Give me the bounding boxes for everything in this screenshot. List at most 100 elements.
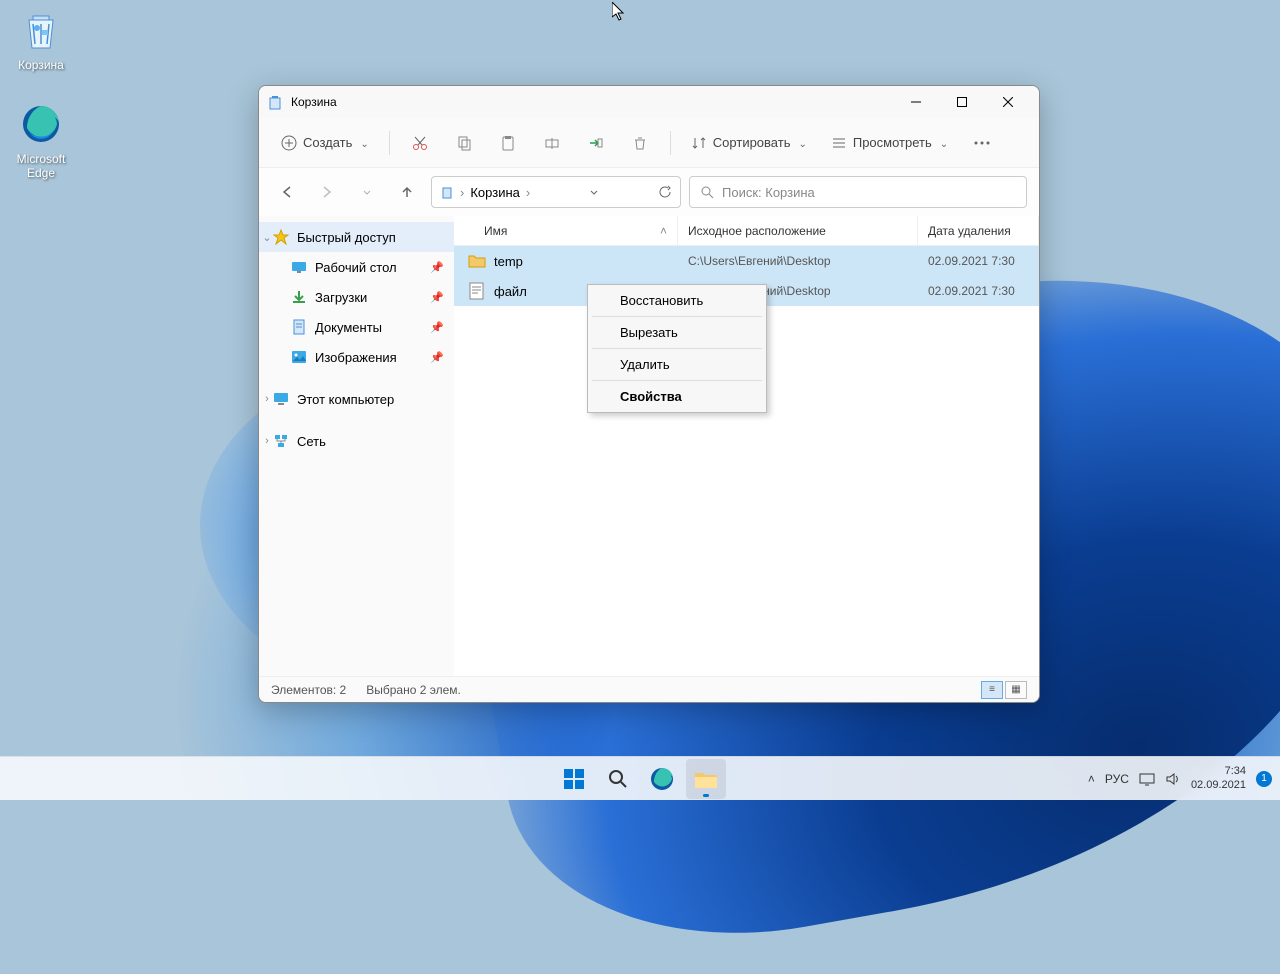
desktop-icon-label: Microsoft Edge	[4, 152, 78, 180]
sort-button[interactable]: Сортировать	[681, 126, 817, 160]
rename-button[interactable]	[532, 126, 572, 160]
network-icon	[273, 433, 289, 449]
chevron-down-icon	[796, 135, 806, 150]
document-icon	[291, 319, 307, 335]
chevron-down-icon: ⌄	[261, 231, 273, 244]
windows-icon	[563, 768, 585, 790]
sidebar-item-this-pc[interactable]: › Этот компьютер	[259, 384, 454, 414]
notification-badge[interactable]: 1	[1256, 771, 1272, 787]
navigation-bar: › Корзина › Поиск: Корзина	[259, 168, 1039, 216]
taskbar: ˄ РУС 7:34 02.09.2021 1	[0, 756, 1280, 800]
sidebar-item-network[interactable]: › Сеть	[259, 426, 454, 456]
recycle-bin-icon	[267, 94, 283, 110]
search-input[interactable]: Поиск: Корзина	[689, 176, 1027, 208]
search-icon	[700, 185, 714, 199]
chevron-right-icon: ›	[261, 393, 273, 405]
edge-icon	[650, 767, 674, 791]
ctx-cut[interactable]: Вырезать	[590, 319, 764, 346]
pin-icon: 📌	[430, 291, 444, 304]
refresh-button[interactable]	[658, 185, 672, 199]
view-icon	[831, 135, 847, 151]
explorer-window: Корзина Создать Сортировать Просмотреть	[258, 85, 1040, 703]
sidebar: ⌄ Быстрый доступ Рабочий стол 📌 Загрузки…	[259, 216, 454, 676]
ctx-properties[interactable]: Свойства	[590, 383, 764, 410]
status-bar: Элементов: 2 Выбрано 2 элем. ≡ ▦	[259, 676, 1039, 702]
file-row[interactable]: temp C:\Users\Евгений\Desktop 02.09.2021…	[454, 246, 1039, 276]
view-button[interactable]: Просмотреть	[821, 126, 958, 160]
taskbar-edge[interactable]	[642, 759, 682, 799]
column-headers: Имя˄ Исходное расположение Дата удаления	[454, 216, 1039, 246]
column-name[interactable]: Имя˄	[454, 216, 678, 245]
mouse-cursor	[612, 2, 626, 22]
thumbnails-view-button[interactable]: ▦	[1005, 681, 1027, 699]
clock[interactable]: 7:34 02.09.2021	[1191, 765, 1246, 793]
clipboard-icon	[500, 135, 516, 151]
star-icon	[273, 229, 289, 245]
chevron-down-icon	[938, 135, 948, 150]
recycle-bin-icon	[17, 6, 65, 54]
plus-circle-icon	[281, 135, 297, 151]
ctx-delete[interactable]: Удалить	[590, 351, 764, 378]
sidebar-item-desktop[interactable]: Рабочий стол 📌	[259, 252, 454, 282]
file-list: Имя˄ Исходное расположение Дата удаления…	[454, 216, 1039, 676]
titlebar[interactable]: Корзина	[259, 86, 1039, 118]
ellipsis-icon	[974, 141, 990, 145]
copy-icon	[456, 135, 472, 151]
window-title: Корзина	[291, 95, 893, 109]
ctx-restore[interactable]: Восстановить	[590, 287, 764, 314]
volume-tray-icon[interactable]	[1165, 771, 1181, 787]
language-indicator[interactable]: РУС	[1105, 772, 1129, 786]
share-icon	[588, 135, 604, 151]
maximize-button[interactable]	[939, 86, 985, 118]
close-button[interactable]	[985, 86, 1031, 118]
pin-icon: 📌	[430, 321, 444, 334]
status-selected-count: Выбрано 2 элем.	[366, 683, 461, 697]
new-button[interactable]: Создать	[271, 126, 379, 160]
text-file-icon	[468, 282, 486, 300]
desktop-icon-recycle-bin[interactable]: Корзина	[4, 6, 78, 72]
search-icon	[608, 769, 628, 789]
download-icon	[291, 289, 307, 305]
details-view-button[interactable]: ≡	[981, 681, 1003, 699]
share-button[interactable]	[576, 126, 616, 160]
pc-icon	[273, 391, 289, 407]
more-button[interactable]	[962, 126, 1002, 160]
pin-icon: 📌	[430, 351, 444, 364]
sidebar-item-quick-access[interactable]: ⌄ Быстрый доступ	[259, 222, 454, 252]
copy-button[interactable]	[444, 126, 484, 160]
taskbar-explorer[interactable]	[686, 759, 726, 799]
folder-icon	[694, 768, 718, 790]
up-button[interactable]	[391, 176, 423, 208]
cut-button[interactable]	[400, 126, 440, 160]
edge-icon	[17, 100, 65, 148]
desktop-icon-edge[interactable]: Microsoft Edge	[4, 100, 78, 180]
start-button[interactable]	[554, 759, 594, 799]
column-location[interactable]: Исходное расположение	[678, 216, 918, 245]
back-button[interactable]	[271, 176, 303, 208]
desktop-icon-label: Корзина	[4, 58, 78, 72]
desktop-icon	[291, 259, 307, 275]
delete-button[interactable]	[620, 126, 660, 160]
trash-icon	[632, 135, 648, 151]
network-tray-icon[interactable]	[1139, 771, 1155, 787]
forward-button[interactable]	[311, 176, 343, 208]
addr-dropdown[interactable]	[589, 187, 599, 197]
folder-icon	[468, 252, 486, 270]
search-button[interactable]	[598, 759, 638, 799]
tray-chevron[interactable]: ˄	[1088, 772, 1095, 786]
sidebar-item-documents[interactable]: Документы 📌	[259, 312, 454, 342]
toolbar: Создать Сортировать Просмотреть	[259, 118, 1039, 168]
paste-button[interactable]	[488, 126, 528, 160]
pin-icon: 📌	[430, 261, 444, 274]
sort-icon	[691, 135, 707, 151]
chevron-down-icon	[358, 135, 368, 150]
pictures-icon	[291, 349, 307, 365]
address-bar[interactable]: › Корзина ›	[431, 176, 681, 208]
recycle-bin-icon	[440, 185, 454, 199]
sidebar-item-pictures[interactable]: Изображения 📌	[259, 342, 454, 372]
minimize-button[interactable]	[893, 86, 939, 118]
recent-button[interactable]	[351, 176, 383, 208]
sidebar-item-downloads[interactable]: Загрузки 📌	[259, 282, 454, 312]
column-date[interactable]: Дата удаления	[918, 216, 1039, 245]
context-menu: Восстановить Вырезать Удалить Свойства	[587, 284, 767, 413]
